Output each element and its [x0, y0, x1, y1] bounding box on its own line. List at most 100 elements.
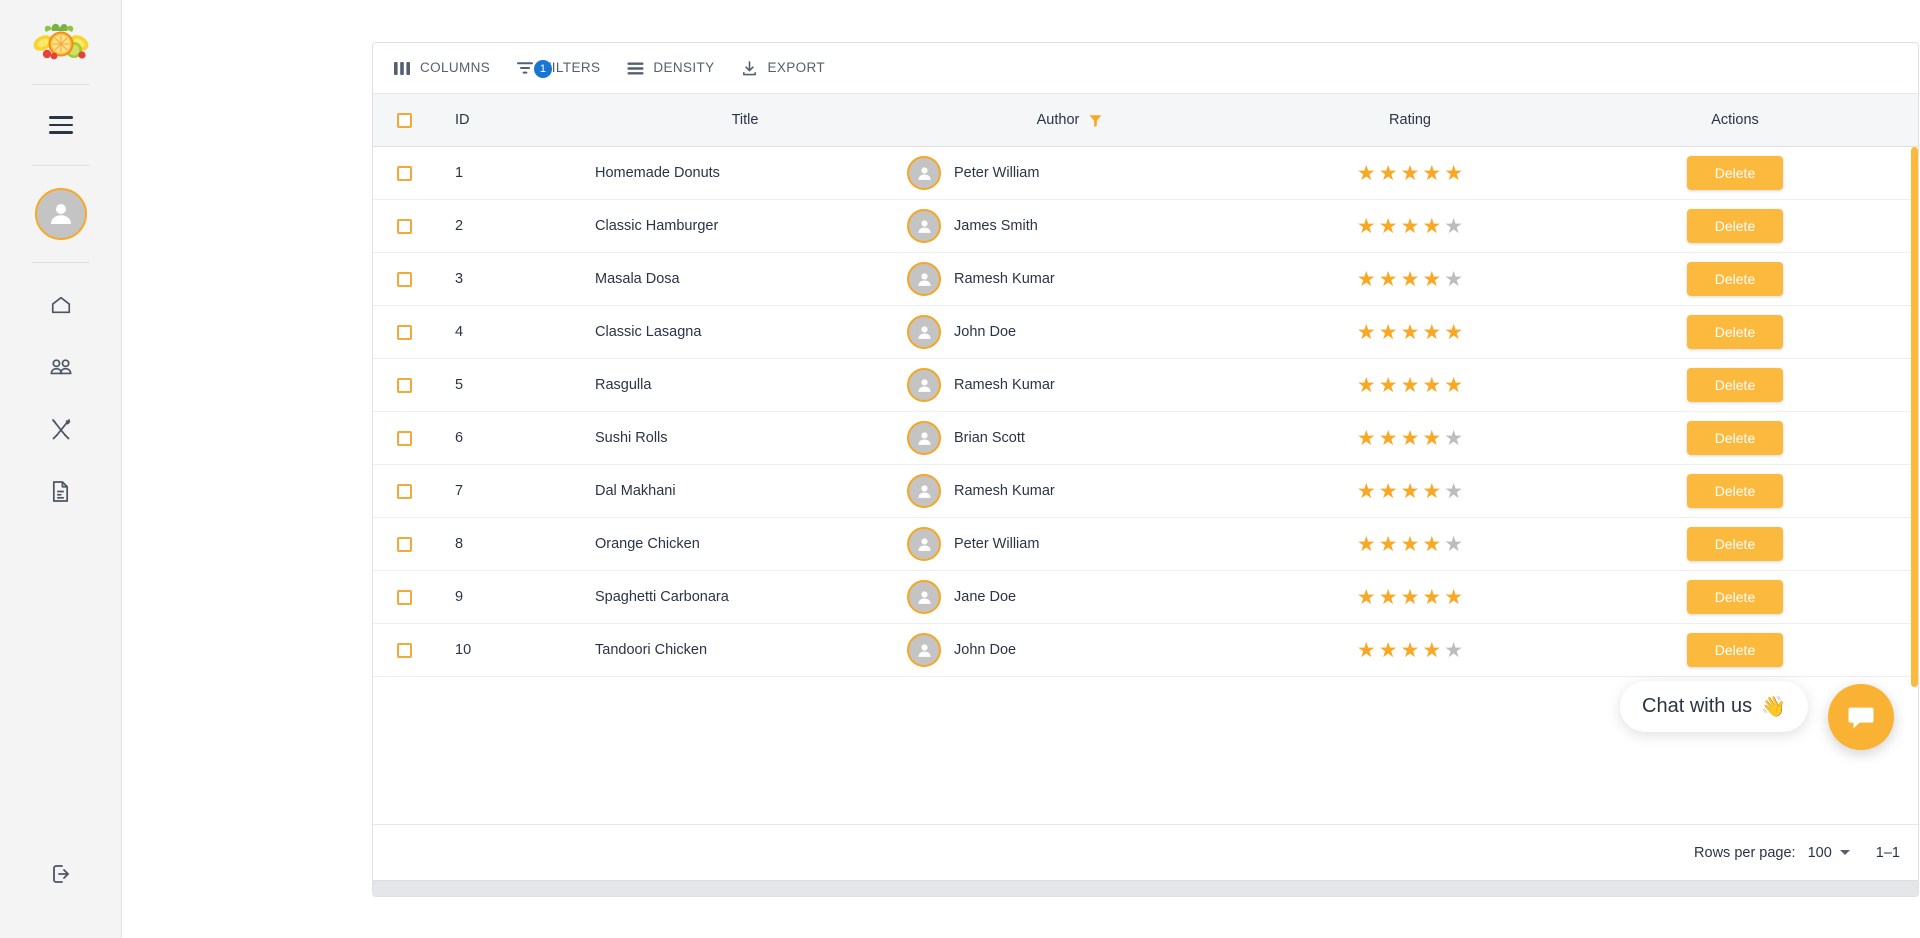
table-row[interactable]: 5 Rasgulla Ramesh Kumar ★ ★ ★ ★ ★ Delete — [373, 359, 1918, 412]
rating-star[interactable]: ★ — [1444, 640, 1463, 661]
rating-star[interactable]: ★ — [1444, 428, 1463, 449]
delete-button[interactable]: Delete — [1687, 421, 1783, 455]
rating-star[interactable]: ★ — [1422, 534, 1441, 555]
row-checkbox[interactable] — [396, 377, 412, 393]
rating-star[interactable]: ★ — [1357, 375, 1376, 396]
sidebar-user-avatar[interactable] — [34, 188, 87, 240]
rating-star[interactable]: ★ — [1401, 428, 1420, 449]
row-checkbox[interactable] — [396, 430, 412, 446]
rating-star[interactable]: ★ — [1422, 322, 1441, 343]
delete-button[interactable]: Delete — [1687, 368, 1783, 402]
select-all-checkbox[interactable] — [396, 112, 412, 128]
rating-star[interactable]: ★ — [1379, 216, 1398, 237]
row-checkbox[interactable] — [396, 483, 412, 499]
rating-star[interactable]: ★ — [1444, 163, 1463, 184]
row-checkbox[interactable] — [396, 536, 412, 552]
table-row[interactable]: 10 Tandoori Chicken John Doe ★ ★ ★ ★ ★ Delete — [373, 624, 1918, 677]
rating-star[interactable]: ★ — [1401, 163, 1420, 184]
rating-star[interactable]: ★ — [1357, 481, 1376, 502]
delete-button[interactable]: Delete — [1687, 156, 1783, 190]
chat-launcher-button[interactable] — [1828, 684, 1894, 750]
rating-star[interactable]: ★ — [1357, 534, 1376, 555]
rating-star[interactable]: ★ — [1422, 375, 1441, 396]
sidebar-item-home[interactable] — [41, 289, 81, 321]
rating-star[interactable]: ★ — [1379, 428, 1398, 449]
rating-star[interactable]: ★ — [1379, 587, 1398, 608]
row-checkbox[interactable] — [396, 218, 412, 234]
delete-button[interactable]: Delete — [1687, 315, 1783, 349]
rating-star[interactable]: ★ — [1444, 587, 1463, 608]
rating-star[interactable]: ★ — [1357, 428, 1376, 449]
rating-star[interactable]: ★ — [1422, 587, 1441, 608]
sidebar-item-documents[interactable] — [41, 475, 81, 507]
rating-star[interactable]: ★ — [1422, 216, 1441, 237]
rating-star[interactable]: ★ — [1422, 163, 1441, 184]
sidebar-item-restaurant[interactable] — [41, 413, 81, 445]
delete-button[interactable]: Delete — [1687, 474, 1783, 508]
rating-star[interactable]: ★ — [1444, 481, 1463, 502]
app-logo[interactable] — [25, 16, 97, 64]
rating-star[interactable]: ★ — [1401, 269, 1420, 290]
row-checkbox[interactable] — [396, 165, 412, 181]
rating-star[interactable]: ★ — [1357, 163, 1376, 184]
rating-star[interactable]: ★ — [1379, 269, 1398, 290]
rating-star[interactable]: ★ — [1357, 216, 1376, 237]
delete-button[interactable]: Delete — [1687, 209, 1783, 243]
row-checkbox[interactable] — [396, 589, 412, 605]
columns-button[interactable]: COLUMNS — [383, 51, 500, 85]
table-row[interactable]: 3 Masala Dosa Ramesh Kumar ★ ★ ★ ★ ★ Delete — [373, 253, 1918, 306]
rating-star[interactable]: ★ — [1444, 269, 1463, 290]
rows-per-page-select[interactable]: 100 — [1808, 845, 1850, 861]
export-button[interactable]: EXPORT — [731, 51, 836, 85]
rating-star[interactable]: ★ — [1379, 375, 1398, 396]
table-row[interactable]: 6 Sushi Rolls Brian Scott ★ ★ ★ ★ ★ Delete — [373, 412, 1918, 465]
rating-star[interactable]: ★ — [1401, 375, 1420, 396]
hamburger-menu-button[interactable] — [37, 101, 85, 149]
table-row[interactable]: 9 Spaghetti Carbonara Jane Doe ★ ★ ★ ★ ★ Delete — [373, 571, 1918, 624]
table-row[interactable]: 1 Homemade Donuts Peter William ★ ★ ★ ★ ★ Delete — [373, 147, 1918, 200]
rating-star[interactable]: ★ — [1422, 481, 1441, 502]
filters-button[interactable]: 1 FILTERS — [506, 51, 610, 85]
table-row[interactable]: 2 Classic Hamburger James Smith ★ ★ ★ ★ ★ Delete — [373, 200, 1918, 253]
rating-star[interactable]: ★ — [1357, 269, 1376, 290]
rating-star[interactable]: ★ — [1444, 375, 1463, 396]
rating-star[interactable]: ★ — [1422, 269, 1441, 290]
rating-star[interactable]: ★ — [1357, 587, 1376, 608]
header-rating[interactable]: Rating — [1245, 112, 1575, 128]
delete-button[interactable]: Delete — [1687, 527, 1783, 561]
row-checkbox[interactable] — [396, 271, 412, 287]
row-checkbox[interactable] — [396, 324, 412, 340]
density-button[interactable]: DENSITY — [616, 51, 724, 85]
rating-star[interactable]: ★ — [1422, 640, 1441, 661]
header-author[interactable]: Author — [895, 112, 1245, 128]
header-actions[interactable]: Actions — [1575, 112, 1895, 128]
sidebar-logout[interactable] — [0, 862, 122, 886]
rating-star[interactable]: ★ — [1444, 216, 1463, 237]
rating-star[interactable]: ★ — [1401, 322, 1420, 343]
rating-star[interactable]: ★ — [1444, 534, 1463, 555]
rating-star[interactable]: ★ — [1379, 163, 1398, 184]
delete-button[interactable]: Delete — [1687, 262, 1783, 296]
vertical-scrollbar-thumb[interactable] — [1911, 147, 1918, 687]
rating-star[interactable]: ★ — [1357, 640, 1376, 661]
delete-button[interactable]: Delete — [1687, 633, 1783, 667]
vertical-scrollbar[interactable] — [1911, 147, 1918, 824]
horizontal-scrollbar[interactable] — [373, 880, 1918, 896]
header-id[interactable]: ID — [435, 112, 595, 128]
rating-star[interactable]: ★ — [1379, 481, 1398, 502]
table-row[interactable]: 8 Orange Chicken Peter William ★ ★ ★ ★ ★ Delete — [373, 518, 1918, 571]
rating-star[interactable]: ★ — [1401, 640, 1420, 661]
rating-star[interactable]: ★ — [1401, 587, 1420, 608]
chat-greeting-bubble[interactable]: Chat with us 👋 — [1620, 681, 1808, 732]
delete-button[interactable]: Delete — [1687, 580, 1783, 614]
rating-star[interactable]: ★ — [1401, 534, 1420, 555]
rating-star[interactable]: ★ — [1444, 322, 1463, 343]
rating-star[interactable]: ★ — [1422, 428, 1441, 449]
rating-star[interactable]: ★ — [1357, 322, 1376, 343]
sidebar-item-users[interactable] — [41, 351, 81, 383]
header-title[interactable]: Title — [595, 112, 895, 128]
rating-star[interactable]: ★ — [1379, 640, 1398, 661]
rating-star[interactable]: ★ — [1401, 216, 1420, 237]
table-row[interactable]: 7 Dal Makhani Ramesh Kumar ★ ★ ★ ★ ★ Delete — [373, 465, 1918, 518]
table-row[interactable]: 4 Classic Lasagna John Doe ★ ★ ★ ★ ★ Delete — [373, 306, 1918, 359]
